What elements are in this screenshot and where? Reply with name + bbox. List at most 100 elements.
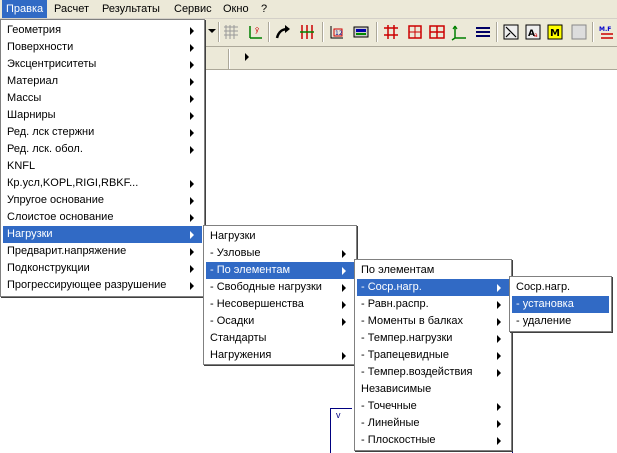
- loads-submenu: Нагрузки - Узловые - По элементам - Своб…: [203, 225, 357, 365]
- beam-grid-icon[interactable]: [382, 23, 400, 41]
- submenu-arrow-icon: [497, 420, 501, 428]
- menu-item-boundary-conditions[interactable]: Кр.усл,KOPL,RIGI,RBKF...: [3, 175, 202, 192]
- axes-icon[interactable]: ȳ: [246, 23, 264, 41]
- menu-service[interactable]: Сервис: [170, 0, 216, 18]
- submenu-arrow-icon: [342, 250, 346, 258]
- menu-bar: Правка Расчет Результаты Сервис Окно ?: [0, 0, 617, 19]
- mf-icon[interactable]: M.F: [598, 23, 616, 41]
- menu-item-load-cases[interactable]: Нагружения: [206, 347, 354, 364]
- menu-item-label: KNFL: [7, 160, 36, 172]
- drawing-line: [330, 408, 331, 453]
- xyz-axes-icon[interactable]: [450, 23, 468, 41]
- drawing-line: [330, 408, 352, 409]
- menu-item-nodal[interactable]: - Узловые: [206, 245, 354, 262]
- dropdown-arrow-icon[interactable]: [208, 29, 216, 33]
- menu-item-concentrated[interactable]: - Соср.нагр.: [357, 279, 509, 296]
- menu-item-label: Ред. лск. обол.: [7, 143, 83, 155]
- menu-calculation[interactable]: Расчет: [50, 0, 93, 18]
- play-icon[interactable]: [245, 53, 249, 61]
- submenu-arrow-icon: [190, 44, 194, 52]
- menu-item-temperature-loads[interactable]: - Темпер.нагрузки: [357, 330, 509, 347]
- menu-item-hinges[interactable]: Шарниры: [3, 107, 202, 124]
- submenu-arrow-icon: [190, 61, 194, 69]
- submenu-arrow-icon: [497, 301, 501, 309]
- menu-item-geometry[interactable]: Геометрия: [3, 22, 202, 39]
- menu-item-material[interactable]: Материал: [3, 73, 202, 90]
- menu-item-edit-lcs-shells[interactable]: Ред. лск. обол.: [3, 141, 202, 158]
- menu-item-install[interactable]: - установка: [512, 296, 609, 313]
- menu-item-substructures[interactable]: Подконструкции: [3, 260, 202, 277]
- menu-item-settlements[interactable]: - Осадки: [206, 313, 354, 330]
- menu-item-standards[interactable]: Стандарты: [206, 330, 354, 347]
- submenu-arrow-icon: [342, 267, 346, 275]
- frame-icon[interactable]: [406, 23, 424, 41]
- menu-item-uniform[interactable]: - Равн.распр.: [357, 296, 509, 313]
- submenu-arrow-icon: [497, 284, 501, 292]
- numbering-icon[interactable]: 12: [328, 23, 346, 41]
- submenu-arrow-icon: [190, 214, 194, 222]
- menu-item-eccentricities[interactable]: Эксцентриситеты: [3, 56, 202, 73]
- grid-icon[interactable]: [222, 23, 240, 41]
- menu-item-trapezoidal[interactable]: - Трапецевидные: [357, 347, 509, 364]
- menu-results[interactable]: Результаты: [98, 0, 164, 18]
- menu-item-beam-moments[interactable]: - Моменты в балках: [357, 313, 509, 330]
- menu-item-loads[interactable]: Нагрузки: [3, 226, 202, 243]
- redo-arrow-icon[interactable]: [274, 23, 292, 41]
- menu-item-planar[interactable]: - Плоскостные: [357, 432, 509, 449]
- svg-text:a: a: [534, 32, 538, 39]
- menu-item-label: - Несовершенства: [210, 298, 304, 310]
- menu-item-label: - Равн.распр.: [361, 298, 429, 310]
- menu-item-surfaces[interactable]: Поверхности: [3, 39, 202, 56]
- submenu-arrow-icon: [190, 112, 194, 120]
- display-icon[interactable]: [502, 23, 520, 41]
- node-tool-icon[interactable]: [298, 23, 316, 41]
- menu-item-linear[interactable]: - Линейные: [357, 415, 509, 432]
- menu-item-label: - Осадки: [210, 315, 255, 327]
- menu-item-label: - Темпер.воздействия: [361, 366, 473, 378]
- submenu-arrow-icon: [190, 27, 194, 35]
- submenu-arrow-icon: [342, 318, 346, 326]
- submenu-arrow-icon: [190, 78, 194, 86]
- submenu-arrow-icon: [497, 369, 501, 377]
- menu-item-label: - Плоскостные: [361, 434, 436, 446]
- element-loads-submenu: По элементам - Соср.нагр. - Равн.распр. …: [354, 259, 512, 451]
- menu-window[interactable]: Окно: [219, 0, 253, 18]
- text-icon[interactable]: A a: [524, 23, 542, 41]
- menu-item-masses[interactable]: Массы: [3, 90, 202, 107]
- menu-item-free-loads[interactable]: - Свободные нагрузки: [206, 279, 354, 296]
- submenu-arrow-icon: [342, 284, 346, 292]
- submenu-header: Нагрузки: [210, 230, 256, 242]
- menu-item-temperature-effects[interactable]: - Темпер.воздействия: [357, 364, 509, 381]
- menu-edit[interactable]: Правка: [2, 0, 48, 18]
- submenu-header-independent: Независимые: [361, 383, 432, 395]
- submenu-arrow-icon: [190, 248, 194, 256]
- mf-icon[interactable]: [570, 23, 588, 41]
- menu-item-label: - Узловые: [210, 247, 261, 259]
- drawing-line: [512, 408, 513, 453]
- calculator-icon[interactable]: [352, 23, 370, 41]
- menu-item-edit-lcs-bars[interactable]: Ред. лск стержни: [3, 124, 202, 141]
- menu-item-label: Поверхности: [7, 41, 74, 53]
- submenu-arrow-icon: [190, 265, 194, 273]
- table-icon[interactable]: [428, 23, 446, 41]
- menu-item-knfl[interactable]: KNFL: [3, 158, 202, 175]
- menu-item-label: Упругое основание: [7, 194, 104, 206]
- menu-item-prestress[interactable]: Предварит.напряжение: [3, 243, 202, 260]
- menu-item-elastic-foundation[interactable]: Упругое основание: [3, 192, 202, 209]
- submenu-arrow-icon: [190, 197, 194, 205]
- edit-menu: Геометрия Поверхности Эксцентриситеты Ма…: [0, 19, 205, 297]
- menu-item-label: - удаление: [516, 315, 572, 327]
- menu-item-progressive-collapse[interactable]: Прогрессирующее разрушение: [3, 277, 202, 294]
- menu-item-point[interactable]: - Точечные: [357, 398, 509, 415]
- submenu-arrow-icon: [497, 352, 501, 360]
- node-marker-icon: v: [336, 410, 341, 420]
- layers-icon[interactable]: [474, 23, 492, 41]
- menu-item-layered-foundation[interactable]: Слоистое основание: [3, 209, 202, 226]
- menu-item-label: Геометрия: [7, 24, 62, 36]
- menu-item-by-elements[interactable]: - По элементам: [206, 262, 354, 279]
- menu-item-imperfections[interactable]: - Несовершенства: [206, 296, 354, 313]
- m-icon[interactable]: M: [546, 23, 564, 41]
- menu-item-remove[interactable]: - удаление: [512, 313, 609, 330]
- menu-item-label: - Трапецевидные: [361, 349, 449, 361]
- menu-help[interactable]: ?: [257, 0, 271, 18]
